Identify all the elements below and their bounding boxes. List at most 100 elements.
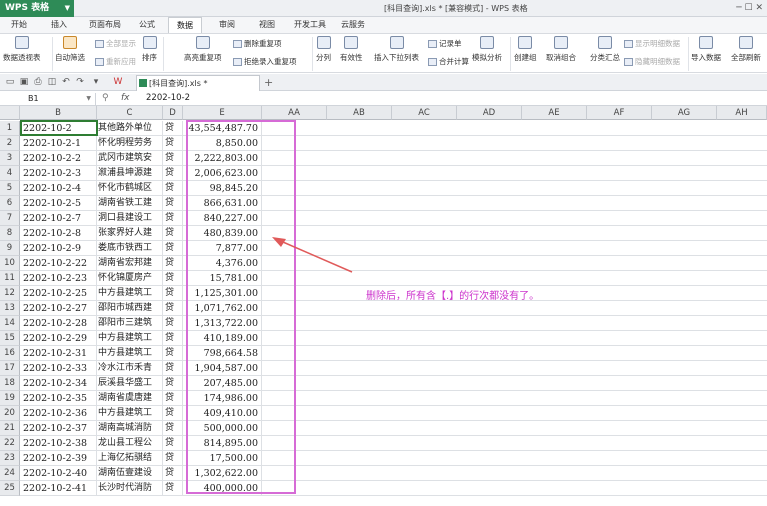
row-header[interactable]: 8 — [0, 226, 20, 241]
subtotal-button[interactable]: 分类汇总 — [590, 36, 620, 63]
cell-name[interactable]: 湖南省虞唐建 — [97, 391, 163, 406]
cell-name[interactable]: 冷水江市禾青 — [97, 361, 163, 376]
cell-name[interactable]: 上海亿拓骐结 — [97, 451, 163, 466]
cell-direction[interactable]: 贷 — [163, 331, 183, 346]
cell-amount[interactable]: 400,000.00 — [183, 481, 262, 496]
cell-direction[interactable]: 贷 — [163, 376, 183, 391]
cell-direction[interactable]: 贷 — [163, 211, 183, 226]
select-all-corner[interactable] — [0, 106, 20, 120]
tab-insert[interactable]: 插入 — [44, 17, 74, 33]
formula-input[interactable]: 2202-10-2 — [146, 92, 190, 105]
cell-direction[interactable]: 贷 — [163, 256, 183, 271]
spreadsheet-grid[interactable]: B C D E AA AB AC AD AE AF AG AH 1 2202-10… — [0, 106, 767, 506]
row-header[interactable]: 13 — [0, 301, 20, 316]
cell-name[interactable]: 娄底市铁西工 — [97, 241, 163, 256]
column-header[interactable]: D — [163, 106, 183, 120]
hide-detail-button[interactable]: 隐藏明细数据 — [624, 56, 680, 67]
cell-name[interactable]: 中方县建筑工 — [97, 286, 163, 301]
cell-direction[interactable]: 贷 — [163, 391, 183, 406]
cell-name[interactable]: 湖南省铁工建 — [97, 196, 163, 211]
row-header[interactable]: 1 — [0, 121, 20, 136]
cell-direction[interactable]: 贷 — [163, 316, 183, 331]
row-header[interactable]: 5 — [0, 181, 20, 196]
tab-start[interactable]: 开始 — [4, 17, 34, 33]
cell-name[interactable]: 怀化锦厦房产 — [97, 271, 163, 286]
cell-name[interactable]: 辰溪县华盛工 — [97, 376, 163, 391]
cell-code[interactable]: 2202-10-2-27 — [20, 301, 97, 316]
zoom-icon[interactable]: ⚲ — [102, 92, 109, 105]
cell-code[interactable]: 2202-10-2-40 — [20, 466, 97, 481]
row-header[interactable]: 23 — [0, 451, 20, 466]
column-header[interactable]: AG — [652, 106, 717, 120]
row-header[interactable]: 9 — [0, 241, 20, 256]
tab-developer[interactable]: 开发工具 — [290, 17, 330, 33]
row-header[interactable]: 15 — [0, 331, 20, 346]
dropdown-list-button[interactable]: 插入下拉列表 — [374, 36, 419, 63]
tab-review[interactable]: 审阅 — [212, 17, 242, 33]
cell-amount[interactable]: 480,839.00 — [183, 226, 262, 241]
cell-direction[interactable]: 贷 — [163, 361, 183, 376]
name-box[interactable]: B1 ▼ — [22, 93, 96, 105]
open-folder-icon[interactable]: ▭ — [4, 76, 16, 88]
cell-code[interactable]: 2202-10-2 — [20, 121, 97, 136]
delete-duplicates-button[interactable]: 删除重复项 — [233, 38, 282, 49]
cell-direction[interactable]: 贷 — [163, 121, 183, 136]
cell-direction[interactable]: 贷 — [163, 301, 183, 316]
cell-direction[interactable]: 贷 — [163, 346, 183, 361]
cell-code[interactable]: 2202-10-2-1 — [20, 136, 97, 151]
cell-name[interactable]: 张家界好人建 — [97, 226, 163, 241]
row-header[interactable]: 3 — [0, 151, 20, 166]
cell-name[interactable]: 湖南伍壹建设 — [97, 466, 163, 481]
cell-direction[interactable]: 贷 — [163, 481, 183, 496]
cell-name[interactable]: 中方县建筑工 — [97, 406, 163, 421]
cell-amount[interactable]: 500,000.00 — [183, 421, 262, 436]
column-header[interactable]: AB — [327, 106, 392, 120]
reject-duplicates-button[interactable]: 拒绝录入重复项 — [233, 56, 297, 67]
show-detail-button[interactable]: 显示明细数据 — [624, 38, 680, 49]
row-header[interactable]: 7 — [0, 211, 20, 226]
cell-code[interactable]: 2202-10-2-35 — [20, 391, 97, 406]
split-column-button[interactable]: 分列 — [316, 36, 331, 63]
column-header[interactable]: AE — [522, 106, 587, 120]
row-header[interactable]: 14 — [0, 316, 20, 331]
row-header[interactable]: 6 — [0, 196, 20, 211]
cell-code[interactable]: 2202-10-2-5 — [20, 196, 97, 211]
document-tab[interactable]: [科目查询].xls * — [136, 75, 260, 91]
ungroup-button[interactable]: 取消组合 — [546, 36, 576, 63]
show-all-button[interactable]: 全部显示 — [95, 38, 136, 49]
cell-code[interactable]: 2202-10-2-37 — [20, 421, 97, 436]
cell-name[interactable]: 中方县建筑工 — [97, 331, 163, 346]
column-header[interactable]: AC — [392, 106, 457, 120]
cell-amount[interactable]: 798,664.58 — [183, 346, 262, 361]
cell-amount[interactable]: 17,500.00 — [183, 451, 262, 466]
cell-name[interactable]: 怀化明程劳务 — [97, 136, 163, 151]
row-header[interactable]: 17 — [0, 361, 20, 376]
column-header[interactable]: AH — [717, 106, 767, 120]
row-header[interactable]: 16 — [0, 346, 20, 361]
auto-filter-button[interactable]: 自动筛选 — [55, 36, 85, 63]
row-header[interactable]: 4 — [0, 166, 20, 181]
print-icon[interactable]: ⎙ — [32, 76, 44, 88]
cell-name[interactable]: 湖南省宏邦建 — [97, 256, 163, 271]
row-header[interactable]: 18 — [0, 376, 20, 391]
cell-direction[interactable]: 贷 — [163, 421, 183, 436]
column-header[interactable]: AF — [587, 106, 652, 120]
cell-code[interactable]: 2202-10-2-4 — [20, 181, 97, 196]
cell-name[interactable]: 溆浦县坤源建 — [97, 166, 163, 181]
customize-dropdown-icon[interactable]: ▾ — [90, 76, 102, 88]
cell-direction[interactable]: 贷 — [163, 466, 183, 481]
consolidate-button[interactable]: 合并计算 — [428, 56, 469, 67]
cell-direction[interactable]: 贷 — [163, 286, 183, 301]
row-header[interactable]: 19 — [0, 391, 20, 406]
highlight-duplicates-button[interactable]: 高亮重复项 — [184, 36, 222, 63]
cell-name[interactable]: 中方县建筑工 — [97, 346, 163, 361]
create-group-button[interactable]: 创建组 — [514, 36, 537, 63]
cell-amount[interactable]: 2,222,803.00 — [183, 151, 262, 166]
column-header[interactable]: AD — [457, 106, 522, 120]
cell-direction[interactable]: 贷 — [163, 166, 183, 181]
validity-button[interactable]: 有效性 — [340, 36, 363, 63]
cell-code[interactable]: 2202-10-2-7 — [20, 211, 97, 226]
row-header[interactable]: 24 — [0, 466, 20, 481]
cell-code[interactable]: 2202-10-2-39 — [20, 451, 97, 466]
cell-amount[interactable]: 814,895.00 — [183, 436, 262, 451]
